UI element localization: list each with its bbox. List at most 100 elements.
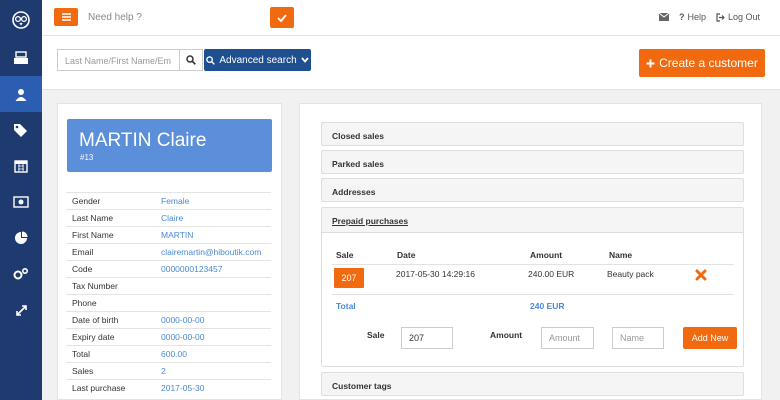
field-value[interactable]: 600.00 [161,349,187,359]
customer-name: MARTIN Claire [79,130,207,151]
customer-tags-section[interactable]: Customer tags [321,372,744,396]
table-row: Total 600.00 [66,345,271,362]
table-row: Code 0000000123457 [66,260,271,277]
field-label: Tax Number [72,281,118,291]
logout-link[interactable]: Log Out [716,12,760,22]
parked-sales-section[interactable]: Parked sales [321,150,744,174]
sale-field-label: Sale [367,330,385,340]
pie-chart-icon[interactable] [0,220,42,256]
field-value[interactable]: MARTIN [161,230,193,240]
create-customer-button[interactable]: Create a customer [639,49,765,77]
money-icon[interactable] [0,184,42,220]
closed-sales-section[interactable]: Closed sales [321,122,744,146]
question-icon: ? [678,12,685,22]
tags-icon[interactable] [0,112,42,148]
logout-label: Log Out [727,12,760,22]
advanced-search-label: Advanced search [219,54,297,66]
advanced-search-button[interactable]: Advanced search [204,49,311,71]
field-label: Last Name [72,213,114,223]
table-row: Phone [66,294,271,311]
divider [332,264,734,265]
help-link[interactable]: ? Help [679,12,706,22]
table-row: Date of birth 0000-00-00 [66,311,271,328]
expand-icon[interactable] [0,292,42,328]
column-header-name: Name [609,250,633,260]
field-label: Code [72,264,93,274]
help-submit-button[interactable] [270,7,294,28]
field-value[interactable]: 0000-00-00 [161,315,204,325]
customer-search-input[interactable]: Last Name/First Name/Em [57,49,179,71]
field-label: Date of birth [72,315,119,325]
divider [332,294,734,295]
prepaid-purchases-title: Prepaid purchases [332,216,409,226]
table-row: Tax Number [66,277,271,294]
customer-icon[interactable] [0,76,42,112]
field-label: Gender [72,196,101,206]
help-label: Help [687,12,706,22]
field-label: Last purchase [72,383,126,393]
amount-field[interactable]: Amount [541,327,594,349]
hamburger-icon [61,13,71,21]
sale-id-badge[interactable]: 207 [334,268,364,288]
row-date: 2017-05-30 14:29:16 [396,269,475,279]
field-value[interactable]: clairemartin@hiboutik.com [161,247,261,257]
row-name: Beauty pack [607,269,654,279]
top-header: Need help ? ? Help Log Out [42,0,780,36]
field-value[interactable]: Claire [161,213,183,223]
menu-button[interactable] [54,8,78,26]
search-icon [206,55,216,65]
total-value: 240 EUR [530,301,565,311]
table-row: Sales 2 [66,362,271,379]
customer-details-table: Gender Female Last Name Claire First Name M… [66,192,271,396]
delete-icon[interactable] [695,269,707,283]
envelope-icon [658,13,669,21]
field-label: Phone [72,298,97,308]
register-icon[interactable] [0,40,42,76]
addresses-section[interactable]: Addresses [321,178,744,202]
field-label: Email [72,247,94,257]
settings-icon[interactable] [0,256,42,292]
logout-icon [716,12,725,22]
field-value[interactable]: Female [161,196,189,206]
field-value[interactable]: 2017-05-30 [161,383,204,393]
customer-sections-panel: Closed sales Parked sales Addresses Prep… [299,103,762,400]
field-label: Expiry date [72,332,115,342]
prepaid-purchases-header[interactable]: Prepaid purchases [322,208,743,233]
search-icon [186,55,196,65]
column-header-date: Date [397,250,416,260]
field-value[interactable]: 0000-00-00 [161,332,204,342]
field-value[interactable]: 0000000123457 [161,264,222,274]
sidebar [0,0,42,400]
table-row: Expiry date 0000-00-00 [66,328,271,345]
mail-link[interactable] [658,13,669,21]
calendar-icon[interactable] [0,148,42,184]
table-row: Email clairemartin@hiboutik.com [66,243,271,260]
check-icon [277,13,287,22]
field-label: Sales [72,366,94,376]
table-row: Last Name Claire [66,209,271,226]
sale-field[interactable]: 207 [401,327,453,349]
customer-number: #13 [80,153,94,162]
field-value[interactable]: 2 [161,366,166,376]
name-field[interactable]: Name [612,327,664,349]
search-bar: Last Name/First Name/Em Advanced search … [42,36,780,90]
table-row: First Name MARTIN [66,226,271,243]
create-customer-label: Create a customer [659,56,758,70]
amount-field-label: Amount [490,330,523,340]
total-label: Total [336,301,356,311]
table-row: Gender Female [66,192,271,209]
field-label: First Name [72,230,114,240]
table-row: Last purchase 2017-05-30 [66,379,271,396]
column-header-sale: Sale [336,250,354,260]
chevron-down-icon [300,57,309,63]
field-label: Total [72,349,90,359]
logo-icon[interactable] [0,0,42,40]
column-header-amount: Amount [530,250,563,260]
add-new-button[interactable]: Add New [683,327,737,349]
prepaid-purchases-section: Prepaid purchases Sale Date Amount Name … [321,207,744,367]
row-amount: 240.00 EUR [528,269,575,279]
search-button[interactable] [179,49,203,71]
help-input[interactable]: Need help ? [88,12,142,23]
customer-name-card: MARTIN Claire #13 [67,119,272,172]
customer-info-panel: MARTIN Claire #13 Gender Female Last Name… [57,103,282,400]
